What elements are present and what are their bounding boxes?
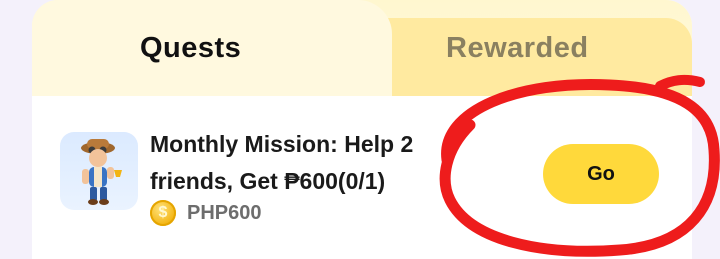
tab-rewarded-label[interactable]: Rewarded (446, 32, 589, 65)
tab-bar: Quests Rewarded (32, 0, 692, 100)
quest-list: Monthly Mission: Help 2 friends, Get ₱60… (32, 96, 692, 259)
go-button[interactable]: Go (543, 144, 659, 204)
quest-reward: $ PHP600 (150, 198, 262, 228)
reward-amount: PHP600 (187, 201, 262, 224)
quest-title: Monthly Mission: Help 2 friends, Get ₱60… (150, 131, 414, 194)
quest-card: Quests Rewarded Monthly Mission: Help 2 … (32, 0, 692, 259)
tab-quests-label[interactable]: Quests (140, 32, 241, 65)
explorer-character-icon (60, 132, 138, 210)
coin-icon: $ (150, 200, 176, 226)
